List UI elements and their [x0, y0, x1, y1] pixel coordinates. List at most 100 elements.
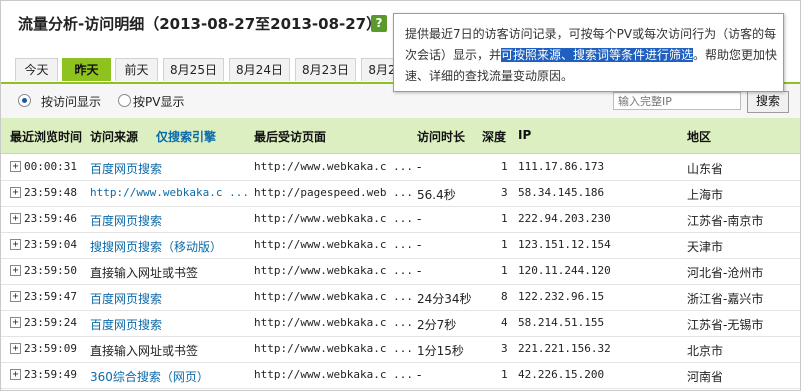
- cell-time: 23:59:48: [24, 186, 77, 199]
- cell-time: 23:59:46: [24, 212, 77, 225]
- cell-depth: 1: [501, 238, 508, 251]
- tooltip-line-3: 速、详细的查找流量变动原因。: [405, 69, 574, 83]
- cell-ip: 42.226.15.200: [518, 368, 605, 381]
- cell-source[interactable]: 百度网页搜索: [90, 160, 162, 177]
- cell-duration: 2分7秒: [417, 318, 457, 332]
- expand-row-icon[interactable]: +: [10, 213, 21, 224]
- cell-depth: 1: [501, 368, 508, 381]
- cell-region: 江苏省-无锡市: [687, 318, 764, 332]
- cell-time: 23:59:50: [24, 264, 77, 277]
- search-button[interactable]: 搜索: [747, 91, 789, 113]
- page-title: 流量分析-访问明细（2013-08-27至2013-08-27）: [18, 15, 382, 33]
- cell-source: 直接输入网址或书签: [90, 266, 199, 280]
- help-icon[interactable]: ?: [371, 15, 387, 32]
- cell-ip: 111.17.86.173: [518, 160, 605, 173]
- cell-depth: 8: [501, 290, 508, 303]
- cell-last-page[interactable]: http://www.webkaka.c ...: [254, 264, 413, 277]
- expand-row-icon[interactable]: +: [10, 265, 21, 276]
- table-row: +00:00:31 百度网页搜索 http://www.webkaka.c ... -…: [1, 154, 800, 181]
- cell-depth: 1: [501, 264, 508, 277]
- cell-time: 23:59:24: [24, 316, 77, 329]
- table-row: +23:59:24 百度网页搜索 http://www.webkaka.c ... 2…: [1, 310, 800, 337]
- cell-last-page[interactable]: http://www.webkaka.c ...: [254, 160, 413, 173]
- col-last-page: 最后受访页面: [254, 130, 327, 144]
- col-duration: 访问时长: [417, 130, 466, 144]
- cell-region: 河南省: [687, 370, 724, 384]
- cell-region: 河北省-沧州市: [687, 266, 764, 280]
- radio-by-visit[interactable]: [18, 94, 31, 107]
- cell-ip: 123.151.12.154: [518, 238, 611, 251]
- cell-depth: 1: [501, 160, 508, 173]
- cell-ip: 122.232.96.15: [518, 290, 605, 303]
- expand-row-icon[interactable]: +: [10, 239, 21, 250]
- expand-row-icon[interactable]: +: [10, 291, 21, 302]
- cell-duration: 24分34秒: [417, 292, 472, 306]
- col-region: 地区: [687, 130, 712, 144]
- cell-region: 北京市: [687, 344, 724, 358]
- cell-source[interactable]: 360综合搜索（网页）: [90, 368, 209, 385]
- cell-depth: 3: [501, 186, 508, 199]
- table-row: +23:59:09 直接输入网址或书签 http://www.webkaka.c .…: [1, 336, 800, 363]
- cell-source[interactable]: 百度网页搜索: [90, 212, 162, 229]
- cell-duration: 1分15秒: [417, 344, 464, 358]
- tab-aug-23[interactable]: 8月23日: [295, 58, 356, 81]
- tab-aug-25[interactable]: 8月25日: [163, 58, 224, 81]
- cell-depth: 1: [501, 212, 508, 225]
- page-frame: 流量分析-访问明细（2013-08-27至2013-08-27） ? 今天 昨天…: [0, 0, 801, 391]
- cell-time: 23:59:04: [24, 238, 77, 251]
- tooltip-highlight: 可按照来源、搜索词等条件进行筛选: [501, 48, 694, 62]
- table-header: 最近浏览时间 访问来源 仅搜索引擎 最后受访页面 访问时长 深度 IP 地区: [1, 118, 800, 154]
- tab-today[interactable]: 今天: [15, 58, 58, 81]
- cell-last-page[interactable]: http://www.webkaka.c ...: [254, 290, 413, 303]
- cell-source[interactable]: 搜搜网页搜索（移动版）: [90, 238, 222, 255]
- help-tooltip: 提供最近7日的访客访问记录，可按每个PV或每次访问行为（访客的每 次会话）显示，…: [393, 13, 784, 92]
- cell-last-page[interactable]: http://pagespeed.web ...: [254, 186, 413, 199]
- cell-region: 天津市: [687, 240, 724, 254]
- ip-search-input[interactable]: [613, 92, 741, 110]
- table-row: +23:59:48 http://www.webkaka.c ... http://…: [1, 180, 800, 207]
- cell-last-page[interactable]: http://www.webkaka.c ...: [254, 316, 413, 329]
- cell-region: 江苏省-南京市: [687, 214, 764, 228]
- radio-by-visit-label[interactable]: 按访问显示: [41, 93, 101, 110]
- cell-region: 上海市: [687, 188, 724, 202]
- cell-source[interactable]: 百度网页搜索: [90, 290, 162, 307]
- expand-row-icon[interactable]: +: [10, 317, 21, 328]
- tooltip-line-2: 次会话）显示，并可按照来源、搜索词等条件进行筛选。帮助您更加快: [405, 45, 777, 65]
- cell-ip: 221.221.156.32: [518, 342, 611, 355]
- cell-depth: 3: [501, 342, 508, 355]
- col-ip: IP: [518, 128, 532, 142]
- cell-duration: -: [417, 212, 422, 226]
- tab-day-before[interactable]: 前天: [115, 58, 158, 81]
- tooltip-line-2-end: 。帮助您更加快: [693, 48, 778, 62]
- table-row: +23:59:50 直接输入网址或书签 http://www.webkaka.c .…: [1, 258, 800, 285]
- radio-by-pv[interactable]: [118, 94, 131, 107]
- cell-duration: -: [417, 238, 422, 252]
- cell-ip: 58.214.51.155: [518, 316, 605, 329]
- col-source: 访问来源: [90, 130, 139, 144]
- cell-duration: -: [417, 368, 422, 382]
- tab-aug-24[interactable]: 8月24日: [229, 58, 290, 81]
- cell-region: 浙江省-嘉兴市: [687, 292, 764, 306]
- cell-last-page[interactable]: http://www.webkaka.c ...: [254, 368, 413, 381]
- tab-yesterday[interactable]: 昨天: [62, 58, 111, 81]
- cell-source[interactable]: http://www.webkaka.c ...: [90, 186, 249, 199]
- cell-last-page[interactable]: http://www.webkaka.c ...: [254, 342, 413, 355]
- expand-row-icon[interactable]: +: [10, 343, 21, 354]
- expand-row-icon[interactable]: +: [10, 369, 21, 380]
- col-depth: 深度: [482, 130, 507, 144]
- col-time: 最近浏览时间: [10, 130, 83, 144]
- cell-duration: -: [417, 264, 422, 278]
- tooltip-line-1: 提供最近7日的访客访问记录，可按每个PV或每次访问行为（访客的每: [405, 27, 777, 41]
- cell-time: 00:00:31: [24, 160, 77, 173]
- expand-row-icon[interactable]: +: [10, 161, 21, 172]
- expand-row-icon[interactable]: +: [10, 187, 21, 198]
- cell-last-page[interactable]: http://www.webkaka.c ...: [254, 212, 413, 225]
- cell-source[interactable]: 百度网页搜索: [90, 316, 162, 333]
- radio-by-pv-label[interactable]: 按PV显示: [133, 93, 184, 110]
- cell-ip: 222.94.203.230: [518, 212, 611, 225]
- table-row: +23:59:04 搜搜网页搜索（移动版） http://www.webkaka.c…: [1, 232, 800, 259]
- table-row: +23:59:49 360综合搜索（网页） http://www.webkaka.c…: [1, 362, 800, 389]
- cell-ip: 120.11.244.120: [518, 264, 611, 277]
- search-engine-only-link[interactable]: 仅搜索引擎: [156, 128, 216, 145]
- cell-last-page[interactable]: http://www.webkaka.c ...: [254, 238, 413, 251]
